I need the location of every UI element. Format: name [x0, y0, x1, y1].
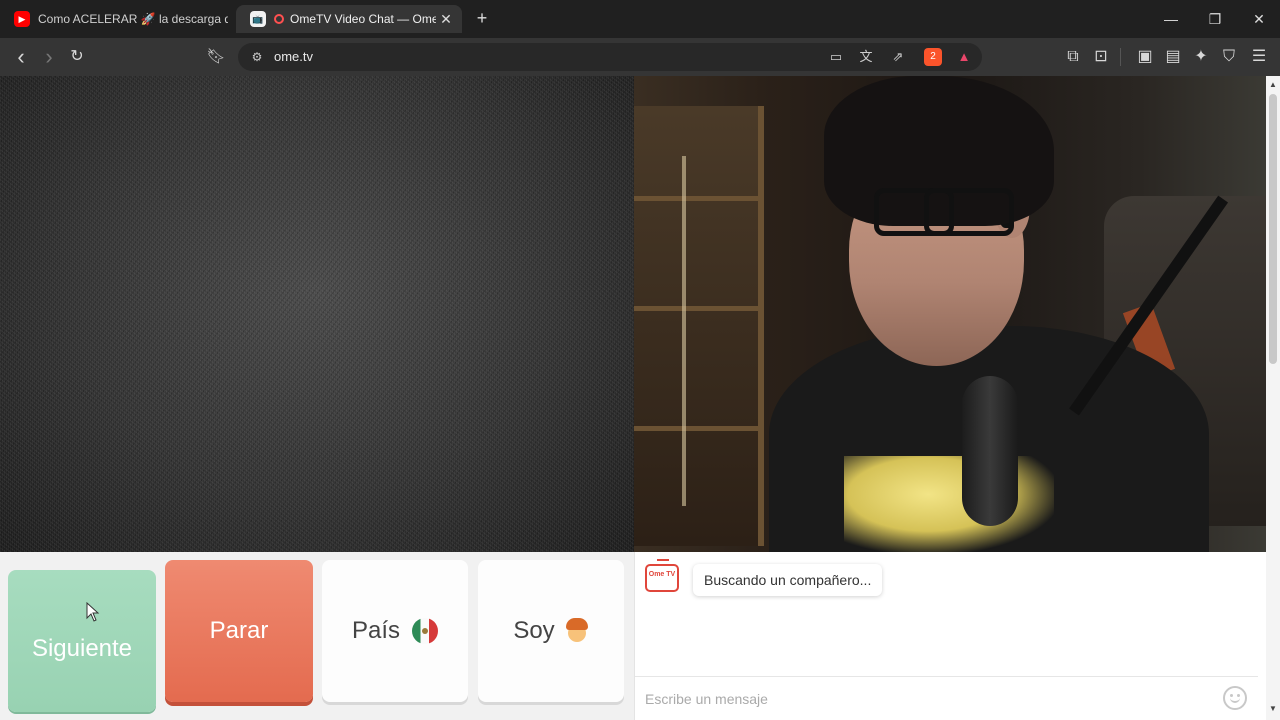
youtube-icon: ▶	[14, 11, 30, 27]
glasses	[824, 188, 1024, 238]
tab-youtube[interactable]: ▶ Como ACELERAR 🚀 la descarga de	[0, 5, 228, 33]
brave-rewards-icon[interactable]: ▲	[954, 48, 974, 66]
wallet-icon[interactable]: ▤	[1162, 46, 1184, 68]
translate-icon[interactable]: 文	[856, 48, 876, 66]
extensions-icon[interactable]: ⧉	[1062, 46, 1084, 68]
shelf-board	[634, 426, 764, 431]
message-input[interactable]	[645, 685, 1205, 713]
cast-icon[interactable]: ▭	[826, 48, 846, 66]
gender-label: Soy	[513, 617, 555, 644]
tab-strip: ▶ Como ACELERAR 🚀 la descarga de 📺 OmeTV…	[0, 0, 1280, 38]
url-text[interactable]: ome.tv	[274, 49, 313, 64]
scroll-down-icon[interactable]: ▼	[1266, 704, 1280, 716]
self-camera-video	[634, 76, 1266, 552]
sidebar-icon[interactable]: ▣	[1134, 46, 1156, 68]
new-tab-button[interactable]: +	[472, 8, 492, 28]
shirt-print	[844, 456, 1054, 552]
tab-ometv[interactable]: 📺 OmeTV Video Chat — Omeg ✕	[236, 5, 462, 33]
shelf-board	[634, 196, 764, 201]
microphone	[962, 376, 1018, 526]
shelf-board	[634, 306, 764, 311]
led-strip	[682, 156, 686, 506]
status-message: Buscando un compañero...	[693, 564, 883, 596]
back-button[interactable]: ‹	[10, 46, 32, 68]
mexico-flag-icon	[412, 618, 439, 644]
ometv-icon: 📺	[250, 11, 266, 27]
toolbar-divider	[1120, 48, 1121, 66]
boy-emoji-icon	[565, 618, 589, 644]
stop-button[interactable]: Parar	[165, 560, 313, 702]
close-window-button[interactable]: ✕	[1244, 8, 1274, 30]
shields-badge: 2	[930, 51, 936, 62]
forward-button[interactable]: ›	[38, 46, 60, 68]
chat-panel: Ome TV Buscando un compañero...	[634, 552, 1258, 720]
browser-toolbar: ‹ › ↻ 🔖︎ ⚙ ome.tv ▭ 文 ⇗ 2 ▲ ⧉ ⊡ ▣ ▤ ✦ ⛉ …	[0, 38, 1280, 76]
mouse-cursor-icon	[86, 602, 100, 622]
stop-label: Parar	[209, 617, 269, 644]
ometv-page: Siguiente Parar País Soy Ome TV Buscando…	[0, 76, 1266, 720]
page-scrollbar[interactable]: ▲ ▼	[1266, 76, 1280, 720]
country-button[interactable]: País	[322, 560, 468, 702]
scroll-thumb[interactable]	[1269, 94, 1277, 364]
address-bar[interactable]: ⚙ ome.tv ▭ 文 ⇗ 2 ▲	[238, 43, 982, 71]
emoji-icon[interactable]	[1223, 686, 1247, 710]
stranger-video-static	[0, 76, 634, 552]
brave-shields-icon[interactable]: 2	[924, 48, 942, 66]
minimize-button[interactable]: —	[1156, 8, 1186, 30]
tab-title: Como ACELERAR 🚀 la descarga de	[38, 12, 228, 26]
scroll-up-icon[interactable]: ▲	[1266, 80, 1280, 92]
bookmark-icon[interactable]: 🔖︎	[205, 46, 227, 68]
tab-search-icon[interactable]: ⊡	[1090, 46, 1112, 68]
gender-button[interactable]: Soy	[478, 560, 624, 702]
background-shelf	[634, 106, 764, 546]
chat-controls: Siguiente Parar País Soy	[0, 552, 634, 720]
recording-icon	[274, 14, 284, 24]
leo-ai-icon[interactable]: ✦	[1190, 46, 1212, 68]
menu-icon[interactable]: ☰	[1248, 46, 1270, 68]
ometv-logo-icon: Ome TV	[645, 559, 679, 592]
share-icon[interactable]: ⇗	[888, 48, 908, 66]
close-tab-icon[interactable]: ✕	[436, 11, 456, 28]
next-button[interactable]: Siguiente	[8, 570, 156, 712]
country-label: País	[351, 617, 401, 644]
logo-text: Ome TV	[648, 571, 676, 578]
next-label: Siguiente	[31, 635, 133, 662]
maximize-button[interactable]: ❐	[1200, 8, 1230, 30]
tab-title: OmeTV Video Chat — Omeg	[290, 12, 436, 26]
message-input-bar	[635, 676, 1258, 720]
site-settings-icon[interactable]: ⚙	[248, 48, 266, 66]
reload-button[interactable]: ↻	[66, 46, 88, 68]
vpn-shield-icon[interactable]: ⛉	[1218, 46, 1240, 68]
